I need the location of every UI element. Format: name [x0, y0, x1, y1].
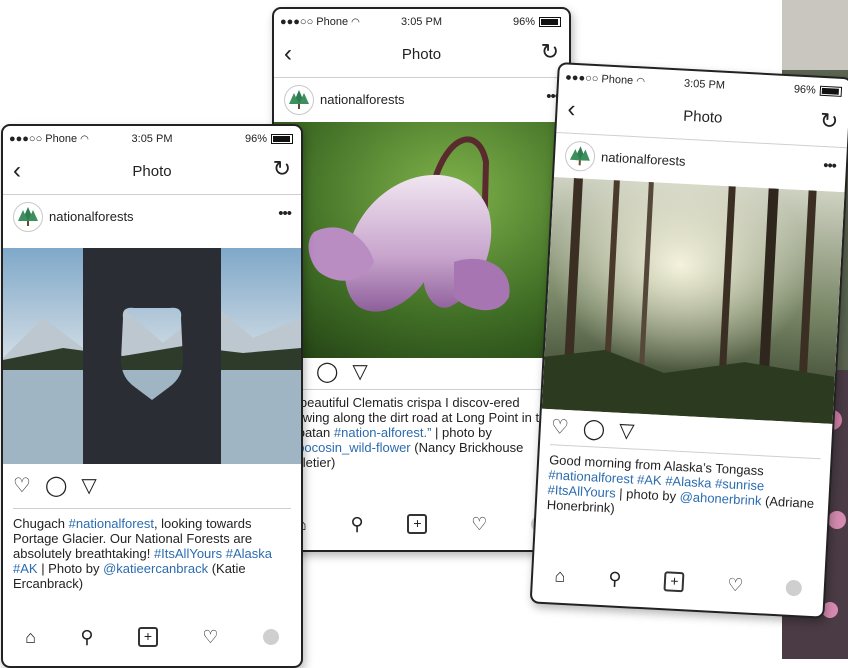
nav-bar: ‹ Photo ↻ — [274, 35, 569, 78]
add-icon[interactable]: + — [663, 571, 685, 593]
phone-screen-clematis: ●●●○○ Phone ◠ 3:05 PM 96% ‹ Photo ↻ nati… — [272, 7, 571, 552]
battery-label: 96% — [793, 83, 817, 97]
activity-heart-icon[interactable]: ♡ — [471, 514, 487, 535]
status-bar: ●●●○○ Phone ◠ 3:05 PM 96% — [3, 126, 301, 152]
battery-icon — [271, 134, 293, 144]
phone-screen-tongass: ●●●○○ Phone ◠ 3:05 PM 96% ‹ Photo ↻ nati… — [529, 62, 848, 619]
username[interactable]: nationalforests — [601, 149, 686, 168]
avatar[interactable] — [564, 140, 596, 173]
comment-icon[interactable]: ◯ — [45, 473, 67, 498]
more-icon[interactable]: ••• — [823, 157, 837, 175]
caption-text: | photo by — [615, 485, 681, 504]
caption-text: | Photo by — [37, 561, 104, 576]
avatar[interactable] — [13, 202, 43, 232]
battery-label: 96% — [244, 133, 267, 145]
username[interactable]: nationalforests — [320, 92, 405, 107]
activity-heart-icon[interactable]: ♡ — [727, 574, 744, 596]
username[interactable]: nationalforests — [49, 209, 134, 224]
nav-title: Photo — [401, 46, 442, 63]
heart-icon[interactable]: ♡ — [13, 473, 31, 498]
battery-icon — [539, 17, 561, 27]
status-bar: ●●●○○ Phone ◠ 3:05 PM 96% — [274, 9, 569, 35]
comment-icon[interactable]: ◯ — [316, 359, 338, 384]
post-caption: Chugach #nationalforest, looking towards… — [13, 516, 293, 591]
post-header: nationalforests ••• — [3, 195, 301, 239]
post-caption: Good morning from Alaska’s Tongass #nati… — [546, 452, 822, 526]
caption-hashtag[interactable]: #nationalforest — [69, 516, 154, 531]
caption-hashtag[interactable]: #nation-alforest.” — [334, 425, 432, 440]
post-actions: ♡ ◯ ▽ — [13, 472, 97, 498]
profile-icon[interactable] — [262, 629, 279, 645]
send-icon[interactable]: ▽ — [81, 473, 96, 498]
nav-title: Photo — [682, 107, 723, 127]
tab-bar: ⌂ ⚲ + ♡ — [274, 507, 569, 541]
send-icon[interactable]: ▽ — [619, 417, 636, 443]
battery-icon — [819, 85, 843, 97]
post-photo[interactable] — [3, 248, 301, 464]
caption-text: | photo by — [431, 425, 492, 440]
add-icon[interactable]: + — [407, 514, 428, 534]
home-icon[interactable]: ⌂ — [25, 627, 36, 648]
refresh-icon[interactable]: ↻ — [273, 156, 291, 182]
search-icon[interactable]: ⚲ — [80, 627, 93, 648]
refresh-icon[interactable]: ↻ — [541, 39, 559, 65]
heart-icon[interactable]: ♡ — [550, 414, 569, 440]
avatar[interactable] — [284, 85, 314, 115]
divider — [13, 508, 291, 509]
post-photo[interactable] — [541, 176, 845, 424]
caption-hashtag[interactable]: @katieercanbrack — [103, 561, 208, 576]
nav-title: Photo — [132, 163, 172, 180]
profile-icon[interactable] — [785, 579, 803, 597]
divider — [284, 389, 559, 390]
tab-bar: ⌂ ⚲ + ♡ — [532, 557, 824, 606]
post-caption: “A beautiful Clematis crispa I discov-er… — [284, 395, 561, 470]
search-icon[interactable]: ⚲ — [351, 514, 364, 535]
comment-icon[interactable]: ◯ — [582, 415, 606, 441]
activity-heart-icon[interactable]: ♡ — [202, 627, 218, 648]
caption-text: Chugach — [13, 516, 69, 531]
post-header: nationalforests ••• — [274, 78, 569, 122]
search-icon[interactable]: ⚲ — [608, 568, 622, 590]
add-icon[interactable]: + — [137, 627, 158, 647]
send-icon[interactable]: ▽ — [352, 359, 367, 384]
post-photo[interactable] — [274, 122, 569, 358]
tab-bar: ⌂ ⚲ + ♡ — [3, 620, 301, 654]
caption-hashtag[interactable]: #ItsAllYours — [154, 546, 222, 561]
nav-bar: ‹ Photo ↻ — [3, 152, 301, 195]
more-icon[interactable]: ••• — [278, 205, 292, 222]
home-icon[interactable]: ⌂ — [554, 565, 566, 587]
post-actions: ♡ ◯ ▽ — [550, 413, 635, 443]
caption-hashtag[interactable]: @ahonerbrink — [679, 489, 762, 508]
phone-screen-chugach: ●●●○○ Phone ◠ 3:05 PM 96% ‹ Photo ↻ nati… — [1, 124, 303, 668]
refresh-icon[interactable]: ↻ — [819, 108, 839, 135]
battery-label: 96% — [512, 16, 535, 28]
